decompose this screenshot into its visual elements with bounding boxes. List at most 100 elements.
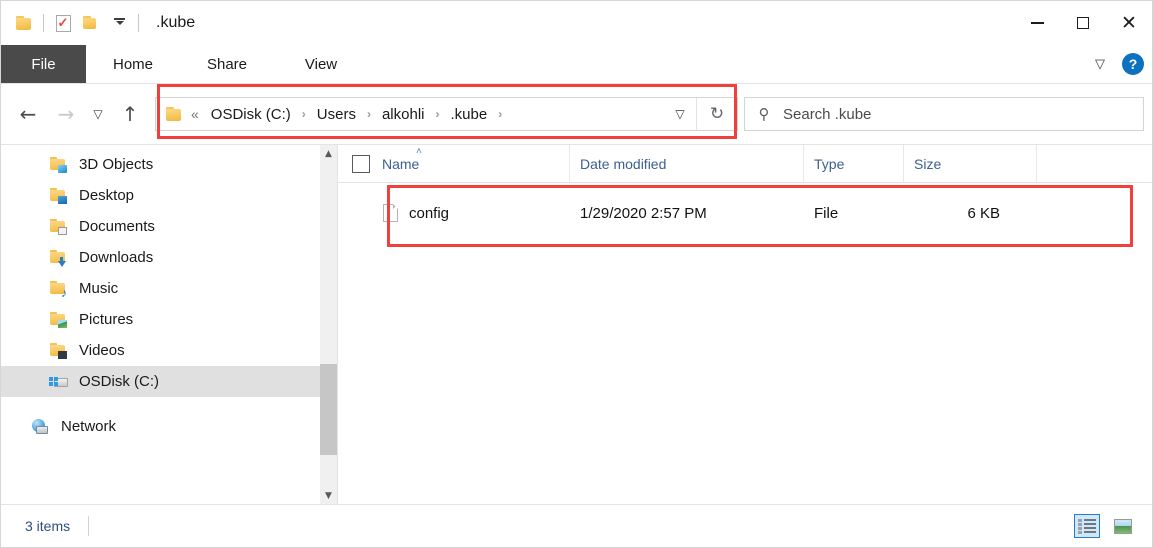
minimize-button[interactable]: [1014, 1, 1060, 45]
sidebar-item-label: Desktop: [79, 187, 134, 204]
navigation-scrollbar[interactable]: ▲ ▼: [320, 145, 337, 504]
breadcrumb-item-kube[interactable]: .kube: [449, 106, 490, 123]
sidebar-item-downloads[interactable]: Downloads: [1, 242, 337, 273]
forward-button[interactable]: →: [47, 95, 85, 133]
sidebar-item-music[interactable]: ♪ Music: [1, 273, 337, 304]
close-button[interactable]: ✕: [1106, 1, 1152, 45]
column-header-spacer: [1037, 145, 1152, 182]
breadcrumb-separator-1[interactable]: ›: [302, 107, 306, 121]
breadcrumb-item-alkohli[interactable]: alkohli: [380, 106, 427, 123]
column-header-date-modified[interactable]: Date modified: [570, 145, 804, 182]
sidebar-item-network[interactable]: Network: [1, 411, 337, 442]
up-button[interactable]: ↑: [111, 95, 149, 133]
new-folder-icon[interactable]: [77, 9, 105, 37]
refresh-icon[interactable]: ↻: [697, 104, 737, 124]
file-date-label: 1/29/2020 2:57 PM: [580, 205, 707, 222]
maximize-button[interactable]: [1060, 1, 1106, 45]
breadcrumb-separator-4[interactable]: ›: [498, 107, 502, 121]
breadcrumb-separator-2[interactable]: ›: [367, 107, 371, 121]
column-header-label: Name: [382, 156, 419, 172]
status-divider: [88, 516, 89, 536]
view-buttons: [1074, 514, 1136, 538]
sidebar-item-label: OSDisk (C:): [79, 373, 159, 390]
network-icon: [31, 418, 51, 436]
tab-view[interactable]: View: [274, 45, 368, 83]
breadcrumb-overflow[interactable]: «: [191, 106, 199, 122]
column-header-size[interactable]: Size: [904, 145, 1037, 182]
sidebar-item-desktop[interactable]: Desktop: [1, 180, 337, 211]
file-name-cell[interactable]: config: [338, 196, 570, 230]
chevron-down-icon[interactable]: ▽: [1090, 56, 1110, 72]
column-headers: ˄ Name Date modified Type Size: [338, 145, 1152, 183]
navigation-pane: 3D Objects Desktop Documents Downloads ♪: [1, 145, 338, 504]
sidebar-item-videos[interactable]: Videos: [1, 335, 337, 366]
folder-documents-icon: [49, 218, 69, 236]
scroll-down-icon[interactable]: ▼: [320, 487, 337, 504]
folder-music-icon: ♪: [49, 280, 69, 298]
sidebar-item-documents[interactable]: Documents: [1, 211, 337, 242]
item-count-label: 3 items: [25, 518, 70, 534]
title-bar: ✓ .kube ✕: [1, 1, 1152, 45]
details-view-button[interactable]: [1074, 514, 1100, 538]
folder-downloads-icon: [49, 249, 69, 267]
column-header-name[interactable]: ˄ Name: [338, 145, 570, 182]
folder-videos-icon: [49, 342, 69, 360]
column-header-type[interactable]: Type: [804, 145, 904, 182]
explorer-body: 3D Objects Desktop Documents Downloads ♪: [1, 144, 1152, 504]
sidebar-item-osdisk[interactable]: OSDisk (C:): [1, 366, 337, 397]
sidebar-item-label: Documents: [79, 218, 155, 235]
large-icons-view-icon: [1114, 519, 1132, 534]
breadcrumb-separator-3[interactable]: ›: [436, 107, 440, 121]
quick-access-toolbar: ✓: [1, 9, 144, 37]
select-all-checkbox[interactable]: [352, 155, 370, 173]
large-icons-view-button[interactable]: [1110, 514, 1136, 538]
breadcrumb-item-osdisk[interactable]: OSDisk (C:): [209, 106, 293, 123]
breadcrumb-item-users[interactable]: Users: [315, 106, 358, 123]
toolbar-divider-2: [138, 14, 139, 32]
help-icon[interactable]: ?: [1122, 53, 1144, 75]
window-controls: ✕: [1014, 1, 1152, 45]
file-name-label: config: [409, 205, 449, 222]
drive-icon: [49, 373, 69, 391]
address-toolbar: ← → ▽ ↑ « OSDisk (C:) › Users › alkohli …: [1, 84, 1152, 144]
sidebar-item-pictures[interactable]: Pictures: [1, 304, 337, 335]
column-header-label: Type: [814, 156, 844, 172]
window-title: .kube: [156, 14, 195, 32]
search-box[interactable]: ⚲ Search .kube: [744, 97, 1144, 131]
sidebar-item-3d-objects[interactable]: 3D Objects: [1, 149, 337, 180]
explorer-window: ✓ .kube ✕ File Home Share View ▽ ?: [0, 0, 1153, 548]
previous-locations-chevron-down-icon[interactable]: ▽: [664, 107, 696, 121]
back-button[interactable]: ←: [9, 95, 47, 133]
properties-icon[interactable]: ✓: [49, 9, 77, 37]
sidebar-item-label: Downloads: [79, 249, 153, 266]
file-date-cell: 1/29/2020 2:57 PM: [570, 196, 804, 230]
table-row[interactable]: config 1/29/2020 2:57 PM File 6 KB: [338, 196, 1152, 230]
tab-file[interactable]: File: [1, 45, 86, 83]
scrollbar-track[interactable]: [320, 162, 337, 487]
sidebar-item-label: Music: [79, 280, 118, 297]
folder-icon[interactable]: [10, 9, 38, 37]
customize-quick-access-dropdown-icon[interactable]: [105, 9, 133, 37]
address-bar[interactable]: « OSDisk (C:) › Users › alkohli › .kube …: [155, 97, 738, 131]
file-rows: config 1/29/2020 2:57 PM File 6 KB: [338, 183, 1152, 504]
ribbon-tab-bar: File Home Share View ▽ ?: [1, 45, 1152, 84]
navigation-tree: 3D Objects Desktop Documents Downloads ♪: [1, 145, 337, 442]
file-type-cell: File: [804, 196, 904, 230]
column-header-label: Size: [914, 156, 941, 172]
file-type-label: File: [814, 205, 838, 222]
tab-share[interactable]: Share: [180, 45, 274, 83]
ribbon-right-controls: ▽ ?: [1090, 45, 1144, 83]
file-size-cell: 6 KB: [904, 196, 1037, 230]
search-input[interactable]: Search .kube: [783, 106, 871, 123]
status-bar: 3 items: [1, 504, 1152, 547]
sidebar-item-label: Pictures: [79, 311, 133, 328]
search-icon: ⚲: [745, 105, 783, 123]
folder-pictures-icon: [49, 311, 69, 329]
scrollbar-thumb[interactable]: [320, 364, 337, 455]
scroll-up-icon[interactable]: ▲: [320, 145, 337, 162]
tab-home[interactable]: Home: [86, 45, 180, 83]
sort-ascending-icon: ˄: [416, 147, 422, 157]
recent-locations-icon[interactable]: ▽: [85, 95, 111, 133]
file-list-pane: ˄ Name Date modified Type Size: [338, 145, 1152, 504]
column-header-label: Date modified: [580, 156, 666, 172]
